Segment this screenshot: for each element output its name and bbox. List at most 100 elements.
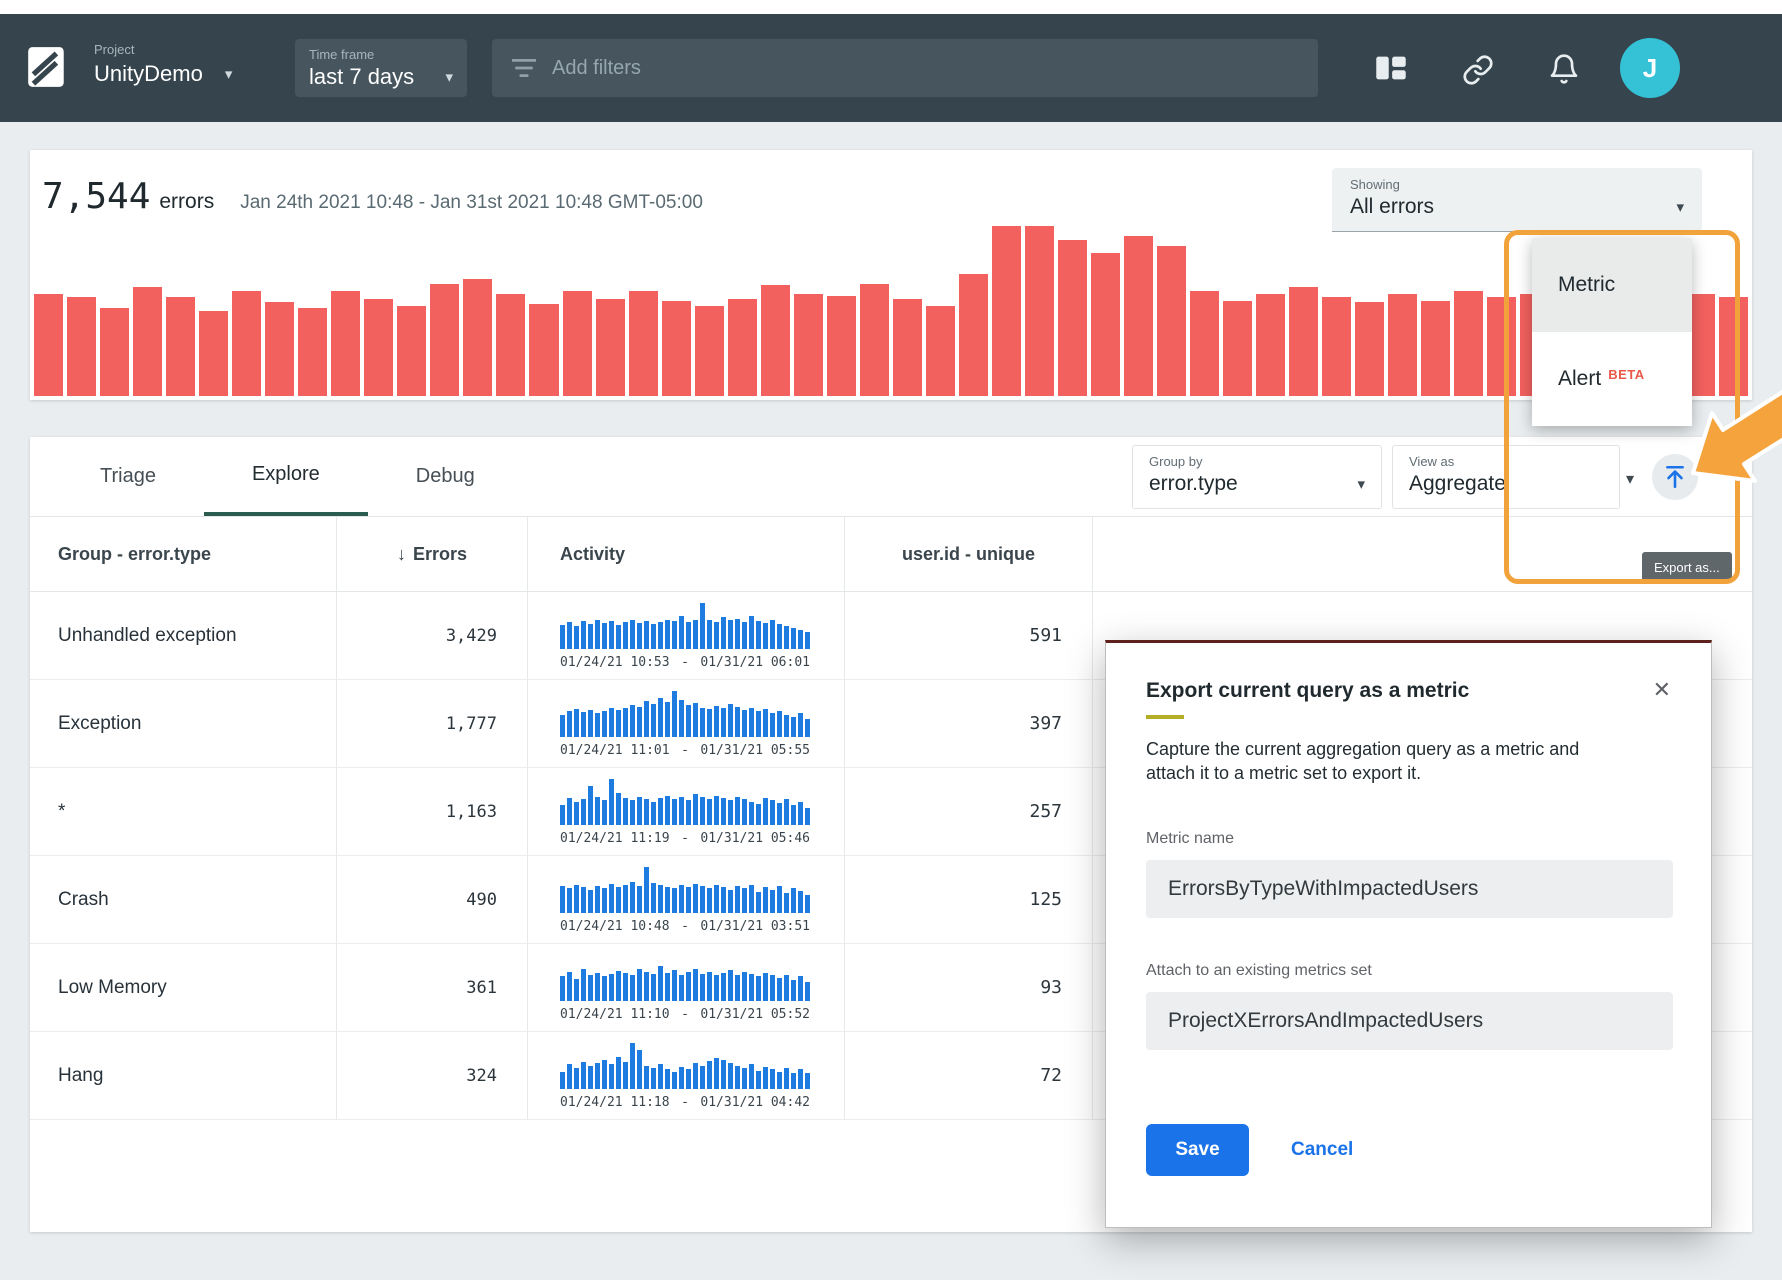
histogram-bar xyxy=(1719,297,1748,396)
sparkline-bar xyxy=(665,1069,670,1089)
column-header-group[interactable]: Group - error.type xyxy=(30,517,337,591)
avatar[interactable]: J xyxy=(1620,38,1680,98)
range-start: 01/24/21 10:53 xyxy=(560,655,670,670)
summary-card: 7,544 errors Jan 24th 2021 10:48 - Jan 3… xyxy=(30,150,1752,400)
sparkline-bar xyxy=(742,888,747,913)
activity-range: 01/24/21 11:18-01/31/21 04:42 xyxy=(560,1095,810,1110)
sparkline-bar xyxy=(644,1066,649,1089)
cell-errors: 3,429 xyxy=(337,592,528,679)
histogram-bar xyxy=(1289,287,1318,396)
view-as-caret-icon[interactable]: ▾ xyxy=(1626,469,1634,489)
sparkline-bar xyxy=(721,973,726,1001)
activity-range: 01/24/21 11:19-01/31/21 05:46 xyxy=(560,831,810,846)
histogram-bar xyxy=(430,284,459,396)
range-start: 01/24/21 11:19 xyxy=(560,831,670,846)
app-logo-icon xyxy=(26,44,68,90)
top-navigation-bar: Project UnityDemo ▾ Time frame last 7 da… xyxy=(0,14,1782,122)
sparkline-bar xyxy=(707,972,712,1001)
sparkline-bar xyxy=(658,622,663,649)
sparkline-bar xyxy=(777,886,782,913)
sparkline-bar xyxy=(665,702,670,737)
range-dash: - xyxy=(681,919,689,934)
sparkline-bar xyxy=(679,797,684,825)
showing-select[interactable]: Showing All errors ▾ xyxy=(1332,168,1702,232)
cell-errors: 361 xyxy=(337,944,528,1031)
activity-range: 01/24/21 11:01-01/31/21 05:55 xyxy=(560,743,810,758)
project-select[interactable]: Project UnityDemo ▾ xyxy=(94,42,232,87)
cell-errors: 1,777 xyxy=(337,680,528,767)
sparkline-bar xyxy=(630,800,635,825)
view-as-select[interactable]: View as Aggregate xyxy=(1392,445,1620,509)
link-icon[interactable] xyxy=(1460,54,1496,86)
sparkline-bar xyxy=(735,1066,740,1089)
sparkline-bar xyxy=(581,1062,586,1089)
filters-input[interactable] xyxy=(552,57,1298,80)
metric-name-input[interactable] xyxy=(1146,860,1673,918)
filters-search-field[interactable] xyxy=(492,39,1318,97)
sparkline-bar xyxy=(805,982,810,1001)
sparkline-bar xyxy=(756,1071,761,1089)
sparkline-bar xyxy=(714,796,719,825)
sparkline-bar xyxy=(749,802,754,825)
timeframe-select[interactable]: Time frame last 7 days ▾ xyxy=(295,39,467,97)
sparkline-bar xyxy=(679,885,684,913)
histogram-bar xyxy=(1124,236,1153,396)
sparkline-bar xyxy=(637,969,642,1001)
tab-debug[interactable]: Debug xyxy=(368,437,523,516)
save-button[interactable]: Save xyxy=(1146,1124,1249,1176)
sparkline-bar xyxy=(658,798,663,825)
column-header-users[interactable]: user.id - unique xyxy=(845,517,1093,591)
sparkline-bar xyxy=(651,624,656,649)
project-label: Project xyxy=(94,42,232,57)
menu-item-alert[interactable]: AlertBETA xyxy=(1532,332,1692,426)
sparkline-bar xyxy=(644,867,649,913)
histogram-bar xyxy=(1058,240,1087,396)
sparkline-bar xyxy=(588,975,593,1001)
cell-errors: 490 xyxy=(337,856,528,943)
histogram-bar xyxy=(563,291,592,396)
sparkline-bar xyxy=(595,886,600,913)
activity-sparkline xyxy=(560,1041,810,1089)
sparkline-bar xyxy=(749,708,754,737)
cancel-button[interactable]: Cancel xyxy=(1291,1139,1353,1161)
menu-item-metric[interactable]: Metric xyxy=(1532,238,1692,332)
group-by-select[interactable]: Group by error.type ▾ xyxy=(1132,445,1382,509)
sparkline-bar xyxy=(721,617,726,649)
sparkline-bar xyxy=(672,691,677,737)
sparkline-bar xyxy=(588,710,593,737)
sparkline-bar xyxy=(588,890,593,913)
close-icon[interactable]: ✕ xyxy=(1653,679,1671,701)
metrics-set-input[interactable] xyxy=(1146,992,1673,1050)
export-as-button[interactable] xyxy=(1652,454,1698,500)
sparkline-bar xyxy=(651,802,656,825)
sparkline-bar xyxy=(644,799,649,825)
menu-item-label: Metric xyxy=(1558,273,1615,297)
sparkline-bar xyxy=(567,622,572,649)
sparkline-bar xyxy=(735,886,740,913)
project-value: UnityDemo xyxy=(94,61,203,87)
column-header-errors[interactable]: ↓ Errors xyxy=(337,517,528,591)
dashboard-layout-icon[interactable] xyxy=(1374,54,1408,82)
column-header-activity[interactable]: Activity xyxy=(528,517,845,591)
sparkline-bar xyxy=(623,708,628,737)
sparkline-bar xyxy=(658,1064,663,1089)
sparkline-bar xyxy=(777,803,782,825)
sparkline-bar xyxy=(623,798,628,825)
sparkline-bar xyxy=(595,713,600,737)
sparkline-bar xyxy=(665,887,670,913)
sparkline-bar xyxy=(574,626,579,649)
sparkline-bar xyxy=(623,1062,628,1089)
tab-triage[interactable]: Triage xyxy=(52,437,204,516)
sparkline-bar xyxy=(560,805,565,825)
sparkline-bar xyxy=(700,886,705,913)
tab-explore[interactable]: Explore xyxy=(204,437,368,516)
sparkline-bar xyxy=(770,1069,775,1089)
sparkline-bar xyxy=(749,616,754,649)
histogram-bar xyxy=(199,311,228,396)
sparkline-bar xyxy=(637,886,642,913)
sparkline-bar xyxy=(791,888,796,913)
sparkline-bar xyxy=(637,1050,642,1089)
sparkline-bar xyxy=(777,624,782,649)
sparkline-bar xyxy=(798,630,803,649)
bell-icon[interactable] xyxy=(1548,52,1580,86)
